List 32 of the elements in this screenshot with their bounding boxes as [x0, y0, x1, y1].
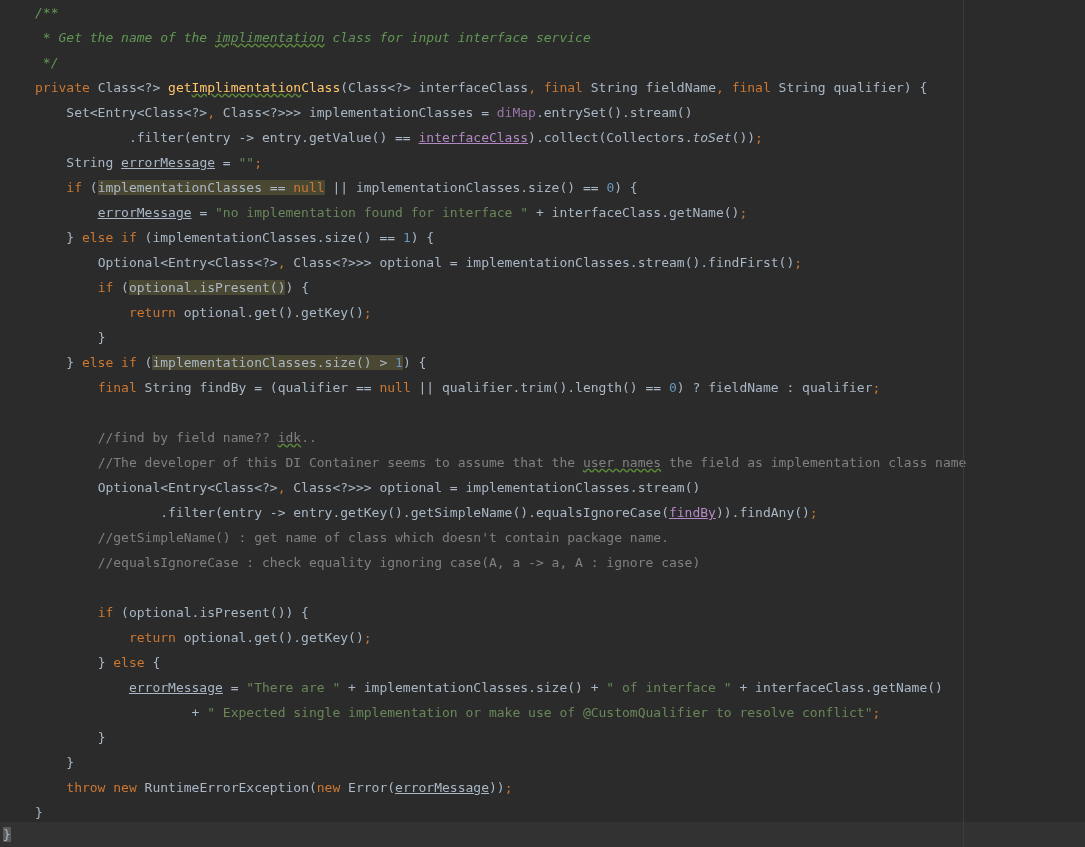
- code-line: return optional.get().getKey();: [127, 630, 372, 645]
- code-line: Optional<Entry<Class<?>, Class<?>>> optional = implementationClasses.stream().findFirst();: [96, 255, 803, 270]
- code-line: errorMessage = "There are " + implementationClasses.size() + " of interface " + interfaceClass.getName(): [127, 680, 943, 695]
- code-line: .filter(entry -> entry.getValue() == interfaceClass).collect(Collectors.toSet());: [127, 130, 763, 145]
- code-line: }: [96, 730, 106, 745]
- code-line: Set<Entry<Class<?>, Class<?>>> implementationClasses = diMap.entrySet().stream(): [65, 105, 693, 120]
- code-line: if (optional.isPresent()) {: [96, 280, 309, 295]
- code-line: * Get the name of the implimentation class for input interface service: [41, 30, 591, 45]
- code-line: if (implementationClasses == null || implementationClasses.size() == 0) {: [65, 180, 638, 195]
- code-line: //The developer of this DI Container seems to assume that the user names the field as implementation class name: [96, 455, 967, 470]
- code-line: //getSimpleName() : get name of class which doesn't contain package name.: [96, 530, 669, 545]
- code-line: } else {: [96, 655, 161, 670]
- code-line: } else if (implementationClasses.size() == 1) {: [65, 230, 435, 245]
- code-line: //find by field name?? idk..: [96, 430, 317, 445]
- code-editor[interactable]: [0, 0, 1085, 847]
- code-line: return optional.get().getKey();: [127, 305, 372, 320]
- code-line: throw new RuntimeErrorException(new Error(errorMessage));: [65, 780, 513, 795]
- code-line: }: [96, 330, 106, 345]
- code-line: + " Expected single implementation or make use of @CustomQualifier to resolve conflict";: [190, 705, 881, 720]
- code-line: if (optional.isPresent()) {: [96, 605, 309, 620]
- code-line: }: [65, 755, 75, 770]
- code-line: .filter(entry -> entry.getKey().getSimpleName().equalsIgnoreCase(findBy)).findAny();: [159, 505, 818, 520]
- code-line: String errorMessage = "";: [65, 155, 262, 170]
- code-line: private Class<?> getImplimentationClass(Class<?> interfaceClass, final String fieldName, final String qualifier) {: [35, 80, 928, 95]
- code-line: /**: [35, 5, 59, 20]
- code-line: //equalsIgnoreCase : check equality ignoring case(A, a -> a, A : ignore case): [96, 555, 701, 570]
- code-line: final String findBy = (qualifier == null || qualifier.trim().length() == 0) ? fieldName : qualifier;: [96, 380, 881, 395]
- code-line: */: [41, 55, 59, 70]
- code-line: errorMessage = "no implementation found for interface " + interfaceClass.getName();: [96, 205, 748, 220]
- code-line: } else if (implementationClasses.size() > 1) {: [65, 355, 427, 370]
- code-line: Optional<Entry<Class<?>, Class<?>>> optional = implementationClasses.stream(): [96, 480, 701, 495]
- code-line: }: [35, 805, 43, 820]
